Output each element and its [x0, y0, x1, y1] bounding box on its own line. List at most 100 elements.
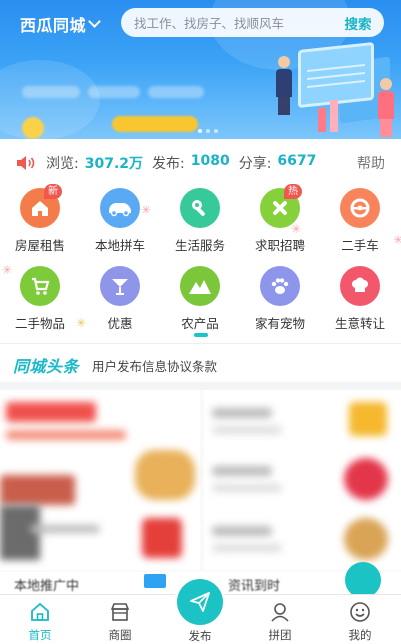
- category-jobs[interactable]: 热 求职招聘: [240, 184, 320, 258]
- promo-blurred-text: [212, 526, 272, 536]
- publish-label[interactable]: 发布: [170, 628, 230, 644]
- category-label: 农产品: [181, 316, 219, 331]
- category-pets[interactable]: 家有宠物: [240, 266, 320, 336]
- city-selector[interactable]: 西瓜同城: [20, 12, 101, 36]
- shares-value: 6677: [277, 153, 317, 169]
- cart-icon: [20, 266, 60, 306]
- category-used-car[interactable]: 二手车: [320, 188, 400, 258]
- car-icon: [100, 188, 140, 228]
- banner-blurred-text: [148, 86, 204, 98]
- publish-button[interactable]: [177, 579, 223, 625]
- sparkle-decoration: ✳: [393, 233, 401, 247]
- tab-shop[interactable]: 商圈: [90, 600, 150, 643]
- category-label: 生活服务: [174, 238, 225, 253]
- group-icon: [268, 600, 292, 624]
- hero-banner[interactable]: 西瓜同城 找工作、找房子、找顺风车 搜索: [0, 0, 401, 139]
- bottom-tab-bar: 首页 商圈 发布 拼团 我的: [0, 579, 401, 644]
- coupon-image: [344, 458, 388, 500]
- grid-page-indicator: [194, 333, 208, 337]
- smiley-icon: [348, 600, 372, 624]
- posts-value: 1080: [190, 153, 230, 169]
- search-button[interactable]: 搜索: [332, 13, 384, 33]
- category-label: 生意转让: [334, 316, 385, 331]
- category-farm-produce[interactable]: 农产品: [160, 266, 240, 336]
- tab-mine[interactable]: 我的: [330, 600, 390, 643]
- store-icon: [108, 600, 132, 624]
- hot-badge: 热: [284, 184, 302, 199]
- headline-bar[interactable]: 同城头条 用户发布信息协议条款: [0, 343, 401, 390]
- tab-label: 商圈: [108, 628, 132, 642]
- views-label: 浏览:: [46, 156, 79, 172]
- mountain-icon: [180, 266, 220, 306]
- help-link[interactable]: 帮助: [357, 153, 385, 173]
- category-services[interactable]: 生活服务: [160, 188, 240, 258]
- category-label: 二手车: [341, 238, 379, 253]
- sparkle-decoration: ✳: [291, 222, 302, 236]
- speaker-icon: [17, 156, 35, 170]
- promo-blurred-title: [6, 402, 96, 422]
- steering-wheel-icon: [340, 188, 380, 228]
- promo-blurred-text: [212, 544, 282, 552]
- promo-blurred-banner: [0, 475, 75, 505]
- category-label: 本地拼车: [94, 238, 145, 253]
- search-input[interactable]: 找工作、找房子、找顺风车: [121, 13, 332, 32]
- promo-blurred-text: [212, 426, 282, 434]
- tab-group[interactable]: 拼团: [250, 600, 310, 643]
- search-bar[interactable]: 找工作、找房子、找顺风车 搜索: [121, 8, 384, 37]
- banner-bar: [318, 108, 326, 132]
- category-carpool[interactable]: 本地拼车: [80, 188, 160, 258]
- promo-bottom-left: 本地推广中: [14, 579, 80, 594]
- sparkle-decoration: ✳: [76, 316, 87, 330]
- promo-blurred-text: [212, 408, 272, 418]
- banner-blurred-text: [88, 86, 140, 98]
- coin-decoration: [22, 117, 44, 139]
- promo-blurred-text: [212, 466, 272, 476]
- promo-tag-icon: [144, 574, 166, 588]
- category-business-transfer[interactable]: 生意转让: [320, 266, 400, 336]
- category-label: 家有宠物: [254, 316, 305, 331]
- home-icon: [28, 600, 52, 624]
- man-illustration: [276, 56, 292, 115]
- new-badge: 新: [44, 184, 62, 199]
- wrench-icon: [180, 188, 220, 228]
- category-house[interactable]: 新 房屋租售: [0, 184, 80, 258]
- promo-blurred-text: [212, 484, 282, 492]
- cocktail-icon: [100, 266, 140, 306]
- promo-card-right[interactable]: [204, 390, 401, 570]
- headline-text[interactable]: 用户发布信息协议条款: [92, 356, 217, 375]
- promo-section[interactable]: 本地推广中 资讯到时: [0, 390, 401, 595]
- city-name: 西瓜同城: [20, 16, 87, 35]
- app-root: 西瓜同城 找工作、找房子、找顺风车 搜索 浏览: 307.2万 发布: 1080…: [0, 0, 401, 644]
- carousel-dots[interactable]: [198, 129, 218, 133]
- chevron-down-icon: [88, 15, 101, 28]
- sparkle-decoration: ✳: [141, 203, 152, 217]
- category-label: 优惠: [107, 316, 133, 331]
- posts-label: 发布:: [152, 156, 185, 172]
- promo-blurred-image: [344, 518, 388, 560]
- views-value: 307.2万: [84, 156, 144, 172]
- sparkle-decoration: ✳: [2, 263, 13, 277]
- chef-hat-icon: [340, 266, 380, 306]
- tab-label: 拼团: [268, 628, 292, 642]
- promo-bottom-right: 资讯到时: [228, 579, 281, 594]
- paw-icon: [260, 266, 300, 306]
- stats-bar: 浏览: 307.2万 发布: 1080 分享: 6677 帮助: [0, 148, 401, 178]
- banner-screen-illustration: [298, 42, 374, 108]
- category-label: 房屋租售: [14, 238, 65, 253]
- woman-illustration: [378, 78, 394, 137]
- paper-plane-icon: [190, 592, 210, 612]
- banner-cta-pill: [112, 116, 198, 132]
- food-image: [135, 450, 195, 500]
- banner-decoration: [0, 60, 100, 139]
- promo-card-left[interactable]: [0, 390, 200, 570]
- tab-label: 首页: [28, 628, 52, 642]
- category-label: 二手物品: [14, 316, 65, 331]
- tab-home[interactable]: 首页: [10, 600, 70, 643]
- category-label: 求职招聘: [254, 238, 305, 253]
- promo-circle-icon: [345, 562, 381, 595]
- headline-logo: 同城头条: [13, 357, 80, 376]
- diamond-image: [349, 402, 387, 436]
- category-discount[interactable]: 优惠: [80, 266, 160, 336]
- gift-image: [142, 518, 182, 558]
- banner-bar: [330, 100, 338, 132]
